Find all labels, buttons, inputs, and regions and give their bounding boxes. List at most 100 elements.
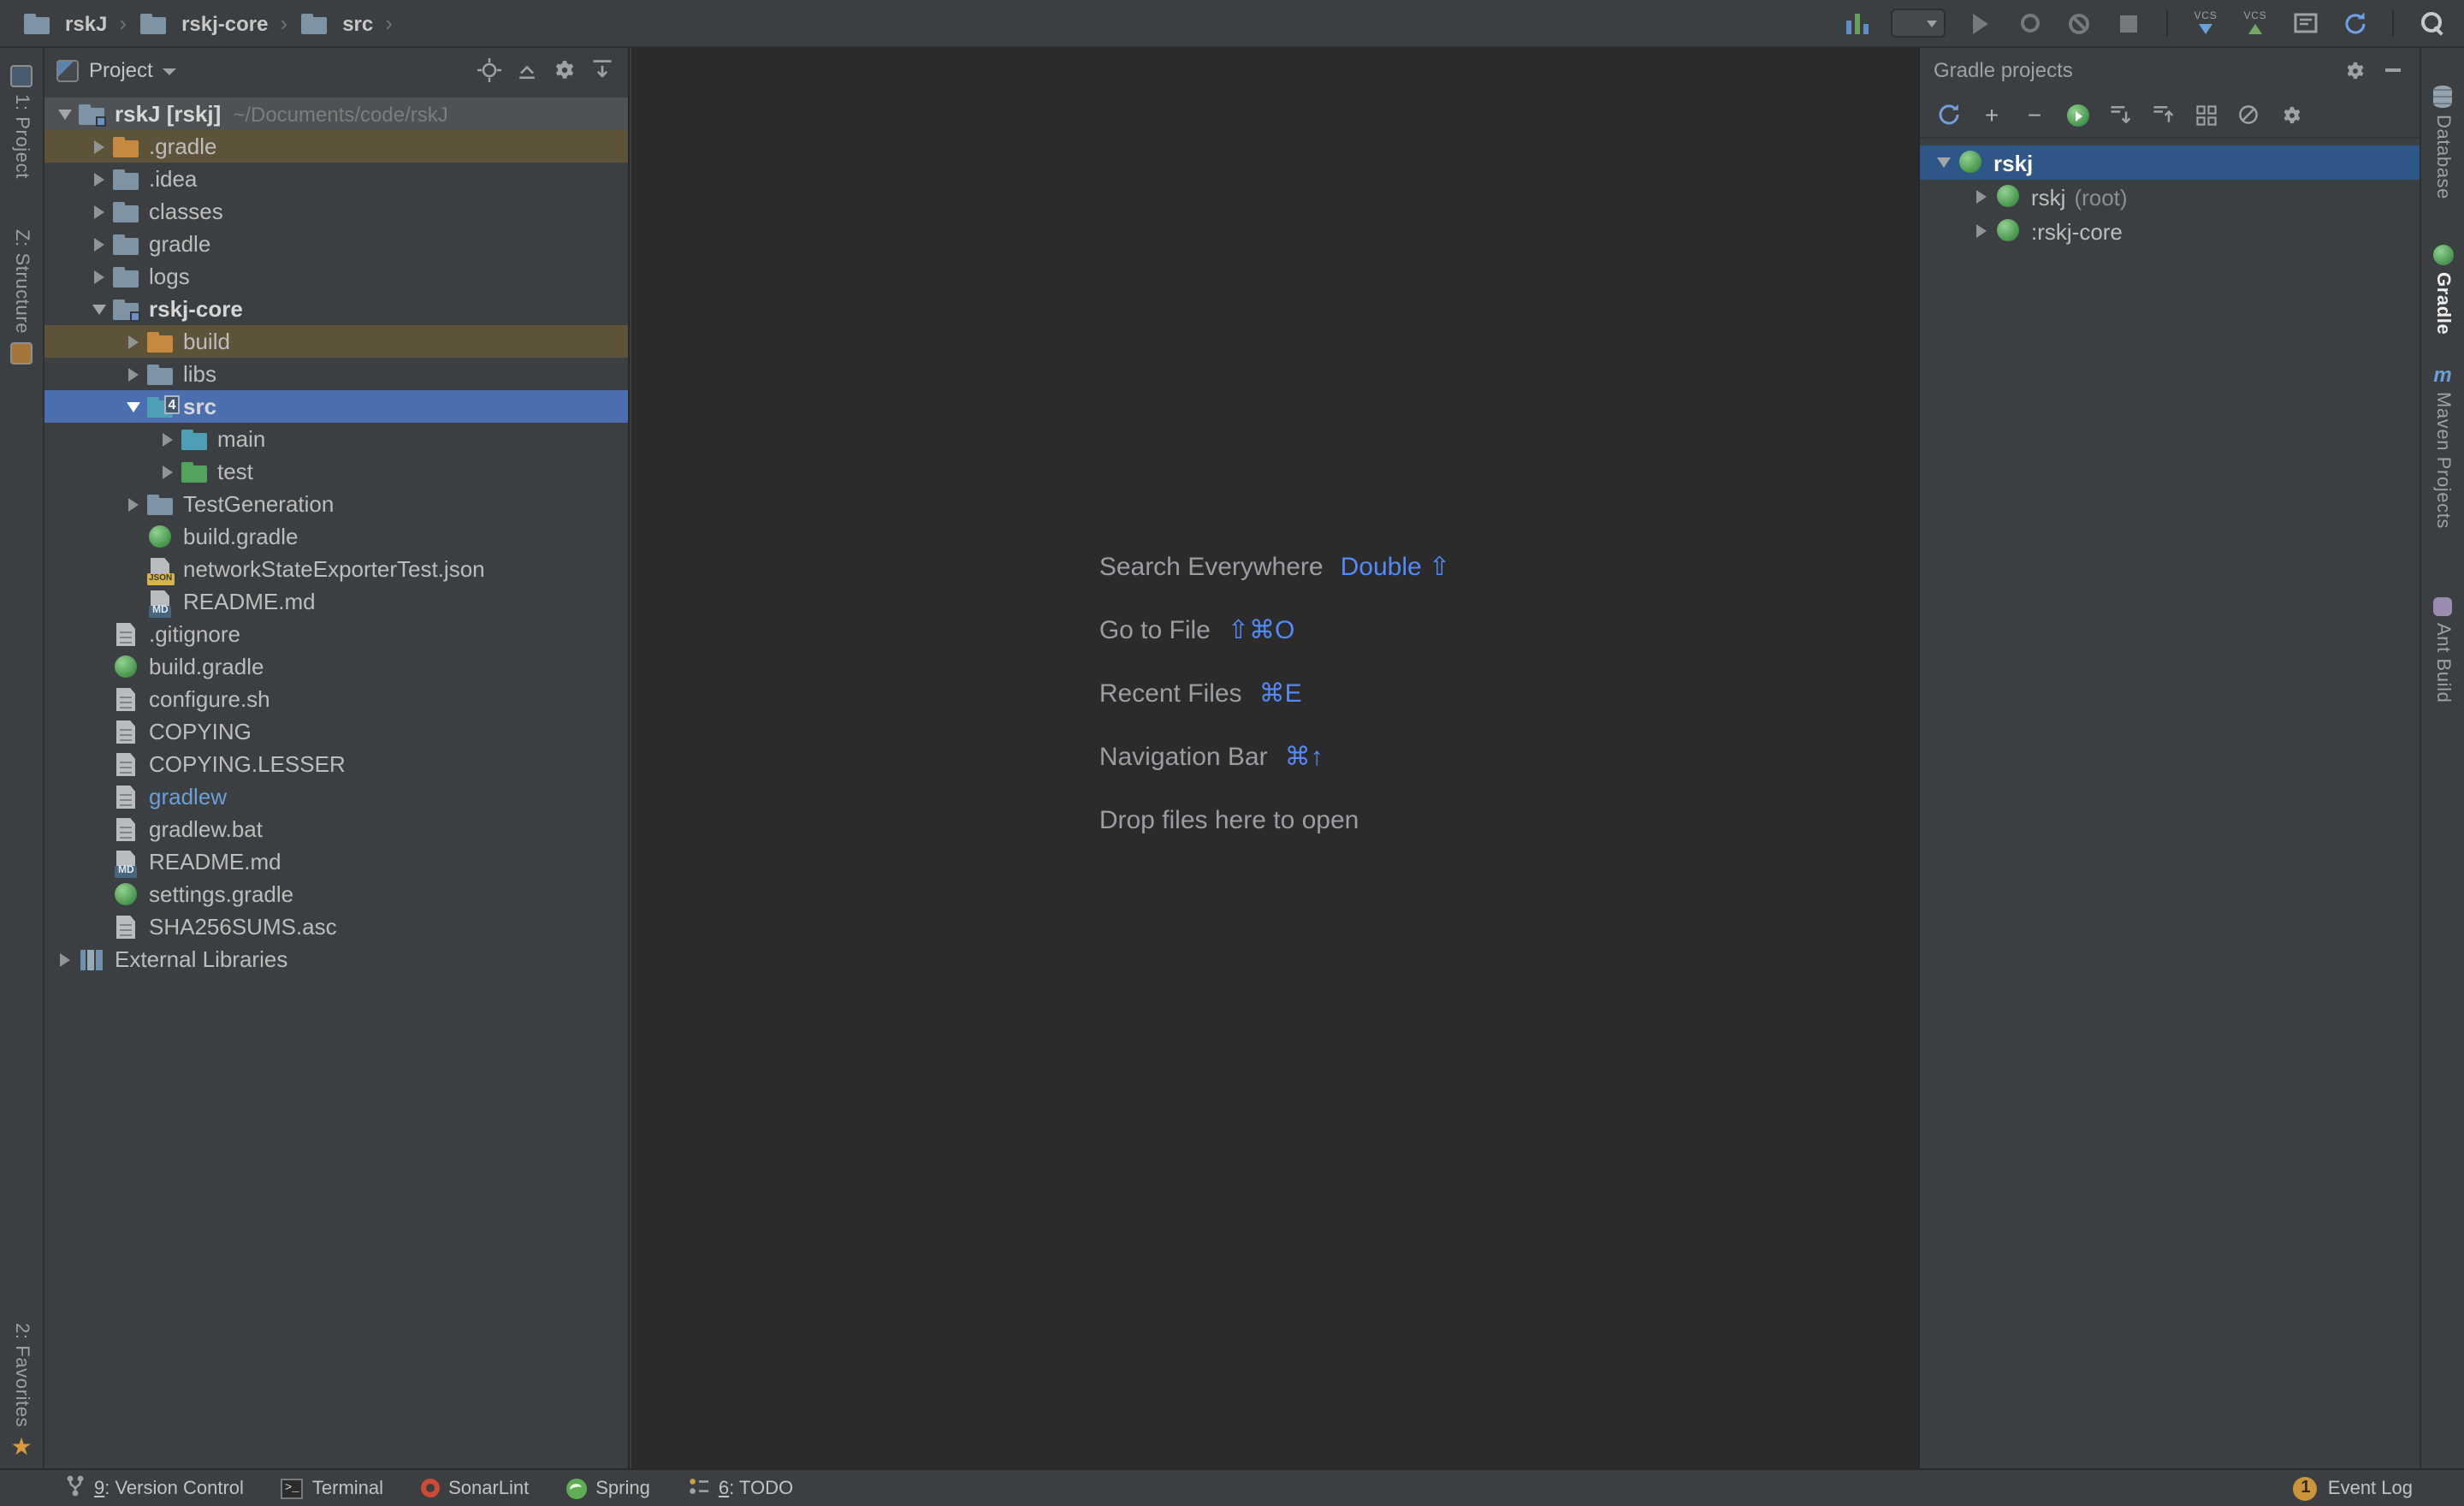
gradle-tree-row[interactable]: :rskj-core bbox=[1920, 214, 2420, 248]
tree-row[interactable]: External Libraries bbox=[44, 943, 628, 975]
updates-icon[interactable] bbox=[1841, 8, 1872, 39]
collapse-all-icon[interactable] bbox=[2149, 101, 2177, 128]
gradle-settings-icon[interactable] bbox=[2277, 101, 2305, 128]
shortcut-line: Drop files here to open bbox=[1099, 788, 1450, 851]
tree-row[interactable]: gradlew bbox=[44, 780, 628, 813]
tree-row[interactable]: SHA256SUMS.asc bbox=[44, 910, 628, 943]
tree-row[interactable]: COPYING.LESSER bbox=[44, 748, 628, 780]
tree-row[interactable]: gradlew.bat bbox=[44, 813, 628, 845]
tree-row[interactable]: classes bbox=[44, 195, 628, 228]
toolwindow-label: Maven Projects bbox=[2432, 392, 2453, 529]
tree-row[interactable]: logs bbox=[44, 260, 628, 293]
excluded-folder-icon bbox=[145, 328, 176, 355]
run-gradle-task-icon[interactable] bbox=[2064, 101, 2091, 128]
tree-row[interactable]: build.gradle bbox=[44, 650, 628, 683]
chevron-right-icon[interactable] bbox=[1968, 184, 1993, 210]
editor-empty-area[interactable]: Search EverywhereDouble ⇧ Go to File⇧⌘O … bbox=[631, 48, 1918, 1468]
vcs-update-icon[interactable]: VCS bbox=[2190, 8, 2221, 39]
project-toolwindow: Project rskJ [rskj]~/Documents/code/rskJ… bbox=[44, 48, 630, 1468]
run-configuration-combo[interactable] bbox=[1891, 9, 1946, 38]
chevron-down-icon[interactable] bbox=[1930, 150, 1956, 175]
tree-row[interactable]: libs bbox=[44, 358, 628, 390]
tree-row[interactable]: rskJ [rskj]~/Documents/code/rskJ bbox=[44, 98, 628, 130]
tree-row[interactable]: gradle bbox=[44, 228, 628, 260]
toolwindow-button-favorites[interactable]: 2: Favorites ★ bbox=[10, 1323, 32, 1458]
tree-row[interactable]: .gitignore bbox=[44, 618, 628, 650]
detach-project-icon[interactable]: − bbox=[2021, 101, 2048, 128]
chevron-down-icon[interactable] bbox=[86, 296, 111, 322]
breadcrumb-item[interactable]: rskJ bbox=[17, 8, 112, 39]
toolwindow-button-project[interactable]: 1: Project bbox=[10, 65, 33, 179]
project-panel-title[interactable]: Project bbox=[89, 58, 153, 82]
tree-row[interactable]: networkStateExporterTest.json bbox=[44, 553, 628, 585]
run-icon[interactable] bbox=[1964, 8, 1995, 39]
chevron-down-icon[interactable] bbox=[51, 101, 77, 127]
chevron-right-icon[interactable] bbox=[86, 264, 111, 289]
offline-mode-icon[interactable] bbox=[2235, 101, 2262, 128]
hide-toolwindow-icon[interactable] bbox=[589, 56, 616, 84]
toolwindow-button-database[interactable]: Database bbox=[2432, 86, 2453, 199]
chevron-right-icon[interactable] bbox=[86, 133, 111, 159]
expand-all-icon[interactable] bbox=[2106, 101, 2134, 128]
tree-row[interactable]: README.md bbox=[44, 845, 628, 878]
tree-row[interactable]: build.gradle bbox=[44, 520, 628, 553]
gear-icon[interactable] bbox=[551, 56, 578, 84]
breadcrumb-item[interactable]: rskj-core bbox=[133, 8, 273, 39]
chevron-right-icon[interactable] bbox=[86, 166, 111, 192]
statusbar-sonarlint[interactable]: SonarLint bbox=[421, 1478, 529, 1498]
vcs-commit-icon[interactable]: VCS bbox=[2240, 8, 2271, 39]
tree-row[interactable]: .idea bbox=[44, 163, 628, 195]
breadcrumb-item[interactable]: src bbox=[294, 8, 378, 39]
tree-row[interactable]: README.md bbox=[44, 585, 628, 618]
rollback-icon[interactable] bbox=[2339, 8, 2370, 39]
search-everywhere-icon[interactable] bbox=[2416, 8, 2447, 39]
statusbar-version-control[interactable]: 9: Version Control bbox=[65, 1473, 244, 1503]
tree-row[interactable]: rskj-core bbox=[44, 293, 628, 325]
tree-row[interactable]: test bbox=[44, 455, 628, 488]
gradle-tree-row[interactable]: rskj(root) bbox=[1920, 180, 2420, 214]
hide-toolwindow-icon[interactable] bbox=[2378, 56, 2406, 84]
toolwindow-button-maven[interactable]: m Maven Projects bbox=[2432, 365, 2453, 529]
statusbar-todo[interactable]: 6: TODO bbox=[688, 1474, 793, 1502]
gradle-tree-row-selected[interactable]: rskj bbox=[1920, 145, 2420, 180]
refresh-icon[interactable] bbox=[1935, 101, 1963, 128]
coverage-icon[interactable] bbox=[2014, 8, 2045, 39]
attach-project-icon[interactable]: + bbox=[1978, 101, 2005, 128]
tree-row[interactable]: build bbox=[44, 325, 628, 358]
gear-icon[interactable] bbox=[2341, 56, 2368, 84]
tree-row[interactable]: .gradle bbox=[44, 130, 628, 163]
stop-icon[interactable] bbox=[2113, 8, 2144, 39]
chevron-right-icon[interactable] bbox=[120, 491, 145, 517]
statusbar-event-log[interactable]: 1 Event Log bbox=[2294, 1476, 2413, 1500]
chevron-down-icon[interactable] bbox=[163, 68, 177, 75]
chevron-right-icon[interactable] bbox=[120, 329, 145, 354]
group-modules-icon[interactable] bbox=[2192, 101, 2219, 128]
collapse-all-icon[interactable] bbox=[513, 56, 541, 84]
statusbar-spring[interactable]: Spring bbox=[566, 1478, 650, 1498]
statusbar-terminal[interactable]: >_ Terminal bbox=[281, 1478, 383, 1498]
chevron-right-icon[interactable] bbox=[154, 426, 180, 452]
profiler-icon[interactable] bbox=[2064, 8, 2094, 39]
tree-row[interactable]: settings.gradle bbox=[44, 878, 628, 910]
folder-icon bbox=[111, 165, 142, 193]
toolwindow-button-gradle[interactable]: Gradle bbox=[2432, 244, 2453, 334]
gradle-panel-title: Gradle projects bbox=[1934, 58, 2073, 82]
chevron-down-icon[interactable] bbox=[120, 394, 145, 419]
chevron-right-icon[interactable] bbox=[86, 199, 111, 224]
toolwindow-button-ant[interactable]: Ant Build bbox=[2432, 597, 2453, 703]
tree-row[interactable]: COPYING bbox=[44, 715, 628, 748]
tree-row[interactable]: configure.sh bbox=[44, 683, 628, 715]
tree-row[interactable]: TestGeneration bbox=[44, 488, 628, 520]
chevron-right-icon[interactable] bbox=[86, 231, 111, 257]
chevron-right-icon: › bbox=[385, 10, 393, 36]
toolwindow-button-structure[interactable]: Z: Structure bbox=[10, 230, 33, 364]
tree-row-selected[interactable]: 4src bbox=[44, 390, 628, 423]
chevron-right-icon[interactable] bbox=[51, 946, 77, 972]
chevron-right-icon[interactable] bbox=[154, 459, 180, 484]
terminal-icon: >_ bbox=[281, 1478, 304, 1498]
locate-file-icon[interactable] bbox=[476, 56, 503, 84]
chevron-right-icon[interactable] bbox=[120, 361, 145, 387]
chevron-right-icon[interactable] bbox=[1968, 218, 1993, 244]
tree-row[interactable]: main bbox=[44, 423, 628, 455]
changes-window-icon[interactable] bbox=[2289, 8, 2320, 39]
